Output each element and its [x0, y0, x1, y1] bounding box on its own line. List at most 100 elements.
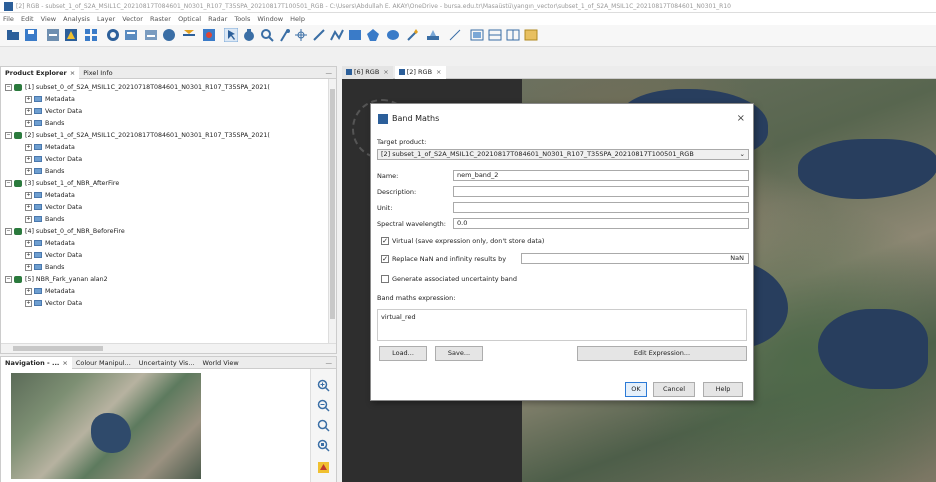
magic-wand-icon[interactable]: [406, 28, 420, 42]
menu-radar[interactable]: Radar: [208, 15, 227, 23]
ellipse-draw-icon[interactable]: [386, 28, 400, 42]
dialog-close-button[interactable]: ×: [737, 104, 745, 134]
save-button[interactable]: Save...: [435, 346, 483, 361]
minimize-icon[interactable]: —: [326, 67, 333, 79]
tree-product-5[interactable]: − [5] NBR_Fark_yanan alan2: [5, 274, 108, 285]
replace-nan-value-field[interactable]: NaN: [521, 253, 749, 264]
menu-edit[interactable]: Edit: [21, 15, 34, 23]
virtual-checkbox[interactable]: ✓: [381, 237, 389, 245]
collapse-icon[interactable]: −: [5, 179, 12, 187]
scrollbar-thumb[interactable]: [13, 346, 103, 351]
tile-evenly-icon[interactable]: [470, 28, 484, 42]
close-icon[interactable]: ×: [383, 68, 388, 76]
menu-layer[interactable]: Layer: [97, 15, 115, 23]
collapse-icon[interactable]: −: [5, 131, 12, 139]
tree-node-bands[interactable]: + Bands: [25, 214, 64, 225]
menu-tools[interactable]: Tools: [234, 15, 250, 23]
tree-product-4[interactable]: − [4] subset_0_of_NBR_BeforeFire: [5, 226, 125, 237]
reprojection-icon[interactable]: [144, 28, 158, 42]
expand-icon[interactable]: +: [25, 287, 32, 295]
pan-tool-icon[interactable]: [242, 28, 256, 42]
polyline-draw-icon[interactable]: [330, 28, 344, 42]
expand-icon[interactable]: +: [25, 143, 32, 151]
tree-node-metadata[interactable]: + Metadata: [25, 286, 75, 297]
unit-field[interactable]: [453, 202, 749, 213]
expand-icon[interactable]: +: [25, 191, 32, 199]
name-field[interactable]: nem_band_2: [453, 170, 749, 181]
tree-node-vector-data[interactable]: + Vector Data: [25, 154, 82, 165]
tab-colour-manipulation[interactable]: Colour Manipul...: [72, 357, 135, 369]
polygon-draw-icon[interactable]: [366, 28, 380, 42]
tab-uncertainty-visualisation[interactable]: Uncertainty Vis...: [135, 357, 199, 369]
virtual-checkbox-row[interactable]: ✓ Virtual (save expression only, don't st…: [381, 236, 544, 246]
collapse-icon[interactable]: −: [5, 275, 12, 283]
band-arithmetic-icon[interactable]: [46, 28, 60, 42]
menu-analysis[interactable]: Analysis: [63, 15, 90, 23]
pin-manager-icon[interactable]: [202, 28, 216, 42]
tree-node-metadata[interactable]: + Metadata: [25, 94, 75, 105]
zoom-in-icon[interactable]: [317, 379, 330, 392]
expand-icon[interactable]: +: [25, 215, 32, 223]
zoom-all-icon[interactable]: [317, 439, 330, 452]
tree-product-1[interactable]: − [1] subset_0_of_S2A_MSIL1C_20210718T084…: [5, 82, 270, 93]
save-product-icon[interactable]: [24, 28, 38, 42]
tree-node-bands[interactable]: + Bands: [25, 262, 64, 273]
tab-pixel-info[interactable]: Pixel Info: [79, 67, 116, 79]
gcp-tool-icon[interactable]: [294, 28, 308, 42]
expand-icon[interactable]: +: [25, 155, 32, 163]
uncertainty-checkbox[interactable]: [381, 275, 389, 283]
menu-optical[interactable]: Optical: [178, 15, 201, 23]
navigation-overview[interactable]: [1, 369, 311, 482]
grid-tool-icon[interactable]: [84, 28, 98, 42]
close-icon[interactable]: ×: [436, 68, 441, 76]
expand-icon[interactable]: +: [25, 167, 32, 175]
expand-icon[interactable]: +: [25, 263, 32, 271]
uncertainty-checkbox-row[interactable]: Generate associated uncertainty band: [381, 274, 517, 284]
tile-single-icon[interactable]: [524, 28, 538, 42]
tree-node-metadata[interactable]: + Metadata: [25, 190, 75, 201]
tree-node-vector-data[interactable]: + Vector Data: [25, 250, 82, 261]
menu-raster[interactable]: Raster: [150, 15, 171, 23]
help-button[interactable]: Help: [703, 382, 743, 397]
expand-icon[interactable]: +: [25, 251, 32, 259]
minimize-icon[interactable]: —: [326, 357, 333, 369]
menu-file[interactable]: File: [3, 15, 14, 23]
measure-tool-icon[interactable]: [448, 28, 462, 42]
zoom-tool-icon[interactable]: [260, 28, 274, 42]
edit-expression-button[interactable]: Edit Expression...: [577, 346, 747, 361]
cancel-button[interactable]: Cancel: [653, 382, 695, 397]
close-icon[interactable]: ×: [70, 69, 75, 77]
geocoding-icon[interactable]: [124, 28, 138, 42]
tree-node-bands[interactable]: + Bands: [25, 118, 64, 129]
expand-icon[interactable]: +: [25, 299, 32, 307]
open-product-icon[interactable]: [6, 28, 20, 42]
select-tool-icon[interactable]: [224, 28, 238, 42]
expand-icon[interactable]: +: [25, 95, 32, 103]
tab-rgb-2[interactable]: [2] RGB ×: [394, 66, 446, 79]
target-product-select[interactable]: [2] subset_1_of_S2A_MSIL1C_20210817T0846…: [377, 149, 749, 160]
vertical-scrollbar[interactable]: [328, 79, 336, 345]
rectangle-draw-icon[interactable]: [348, 28, 362, 42]
replace-nan-checkbox[interactable]: ✓: [381, 255, 389, 263]
tree-node-metadata[interactable]: + Metadata: [25, 142, 75, 153]
close-icon[interactable]: ×: [62, 359, 67, 367]
zoom-out-icon[interactable]: [317, 399, 330, 412]
tree-node-vector-data[interactable]: + Vector Data: [25, 106, 82, 117]
pin-placing-icon[interactable]: [278, 28, 292, 42]
expand-icon[interactable]: +: [25, 119, 32, 127]
description-field[interactable]: [453, 186, 749, 197]
expand-icon[interactable]: +: [25, 239, 32, 247]
tab-navigation[interactable]: Navigation - ... ×: [1, 357, 72, 369]
tab-world-view[interactable]: World View: [199, 357, 243, 369]
menu-vector[interactable]: Vector: [122, 15, 143, 23]
collapse-icon[interactable]: −: [5, 83, 12, 91]
spectral-wavelength-field[interactable]: 0.0: [453, 218, 749, 229]
menu-view[interactable]: View: [41, 15, 56, 23]
menu-window[interactable]: Window: [257, 15, 283, 23]
filter-tool-icon[interactable]: [106, 28, 120, 42]
tree-node-vector-data[interactable]: + Vector Data: [25, 298, 82, 309]
tree-node-vector-data[interactable]: + Vector Data: [25, 202, 82, 213]
collapse-icon[interactable]: −: [5, 227, 12, 235]
tree-product-3[interactable]: − [3] subset_1_of_NBR_AfterFire: [5, 178, 119, 189]
wind-tool-icon[interactable]: [182, 28, 196, 42]
